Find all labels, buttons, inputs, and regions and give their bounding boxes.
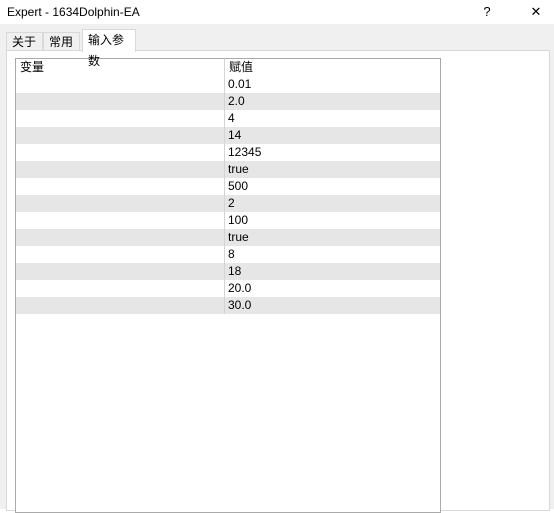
column-divider [224, 212, 225, 229]
column-divider [224, 263, 225, 280]
column-divider [224, 144, 225, 161]
parameter-value[interactable]: 18 [228, 263, 438, 280]
column-header-value[interactable]: 赋值 [229, 59, 439, 76]
table-row[interactable]: ↗Enable Alertstrue [16, 161, 440, 178]
help-button[interactable]: ? [472, 2, 502, 22]
table-row[interactable]: 123Max Total Hedge Cycles100 [16, 212, 440, 229]
parameter-value[interactable]: 12345 [228, 144, 438, 161]
tab-inputs[interactable]: 输入参数 [82, 29, 136, 68]
parameter-value[interactable]: 14 [228, 127, 438, 144]
table-body: 1/2Base Lot Size0.011/2Target Profit in … [16, 76, 440, 314]
table-header: 变量 赋值 [16, 59, 440, 76]
column-divider[interactable] [224, 59, 225, 76]
table-row[interactable]: 123Max Hedge Cycles in Range2 [16, 195, 440, 212]
tab-common[interactable]: 常用 [43, 32, 80, 51]
parameter-value[interactable]: 2.0 [228, 93, 438, 110]
tab-about[interactable]: 关于 [6, 32, 43, 51]
table-row[interactable]: 1/2Maximum Drawdown %30.0 [16, 297, 440, 314]
parameter-value[interactable]: 4 [228, 110, 438, 127]
table-row[interactable]: 1/2Base Lot Size0.01 [16, 76, 440, 93]
column-divider [224, 297, 225, 314]
table-row[interactable]: ↗Use Time Filtertrue [16, 229, 440, 246]
table-row[interactable]: 123Magic Number12345 [16, 144, 440, 161]
parameter-value[interactable]: 8 [228, 246, 438, 263]
column-divider [224, 178, 225, 195]
parameter-value[interactable]: true [228, 229, 438, 246]
close-button[interactable]: ✕ [521, 2, 551, 22]
column-divider [224, 76, 225, 93]
column-divider [224, 110, 225, 127]
column-divider [224, 280, 225, 297]
table-row[interactable]: 123Indicator Sensitivity (1-20)4 [16, 110, 440, 127]
column-divider [224, 195, 225, 212]
parameter-value[interactable]: 20.0 [228, 280, 438, 297]
table-row[interactable]: 123Trading Start Hour (Server Time)8 [16, 246, 440, 263]
column-divider [224, 229, 225, 246]
title-bar: Expert - 1634Dolphin-EA ? ✕ [0, 0, 554, 24]
table-row[interactable]: 1/2Target Profit in Dollars2.0 [16, 93, 440, 110]
parameter-value[interactable]: 0.01 [228, 76, 438, 93]
parameter-value[interactable]: 30.0 [228, 297, 438, 314]
parameters-table: 变量 赋值 1/2Base Lot Size0.011/2Target Prof… [15, 58, 441, 513]
column-header-variable[interactable]: 变量 [20, 59, 225, 76]
column-divider [224, 161, 225, 178]
table-row[interactable]: 123Pip Range for Hedge Control500 [16, 178, 440, 195]
parameter-value[interactable]: 500 [228, 178, 438, 195]
column-divider [224, 246, 225, 263]
table-row[interactable]: 123Trading End Hour (Server Time)18 [16, 263, 440, 280]
dialog-body: 关于 常用 输入参数 变量 赋值 1/2Base Lot Size0.011/2… [0, 24, 554, 513]
parameter-value[interactable]: true [228, 161, 438, 178]
parameter-value[interactable]: 2 [228, 195, 438, 212]
window-title: Expert - 1634Dolphin-EA [7, 5, 140, 19]
parameter-value[interactable]: 100 [228, 212, 438, 229]
inputs-panel: 变量 赋值 1/2Base Lot Size0.011/2Target Prof… [6, 50, 550, 513]
table-row[interactable]: 123ATR Length14 [16, 127, 440, 144]
column-divider [224, 93, 225, 110]
column-divider [224, 127, 225, 144]
table-row[interactable]: 1/2Daily Profit Target %20.0 [16, 280, 440, 297]
